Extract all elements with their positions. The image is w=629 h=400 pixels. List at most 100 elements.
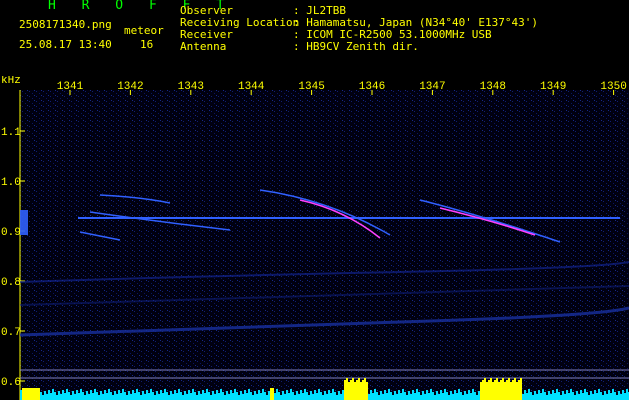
level-bar <box>470 393 472 400</box>
level-bar <box>202 390 204 400</box>
level-bar <box>378 395 380 400</box>
level-bar <box>404 392 406 400</box>
level-bar <box>370 390 372 400</box>
level-bar <box>446 392 448 400</box>
level-bar <box>282 391 284 400</box>
level-bar <box>92 393 94 400</box>
level-bar <box>74 394 76 400</box>
level-bar <box>142 391 144 400</box>
level-bar <box>102 394 104 400</box>
level-bar <box>148 393 150 400</box>
level-bar <box>494 380 496 400</box>
level-bar <box>518 380 520 400</box>
level-bar <box>76 390 78 400</box>
level-bar <box>22 388 24 400</box>
level-bar <box>468 390 470 400</box>
level-bar <box>580 390 582 400</box>
level-bar <box>226 391 228 400</box>
level-bar <box>130 394 132 400</box>
level-bar <box>438 394 440 400</box>
level-bar <box>530 392 532 400</box>
level-bar <box>184 391 186 400</box>
level-bar <box>520 378 522 400</box>
level-bar <box>418 392 420 400</box>
level-bar <box>280 395 282 400</box>
level-bar <box>384 390 386 400</box>
level-bar <box>350 380 352 400</box>
level-bar <box>464 391 466 400</box>
level-bar <box>624 393 626 400</box>
level-bar <box>34 388 36 400</box>
level-bar <box>406 395 408 400</box>
level-bar <box>450 391 452 400</box>
level-bar <box>374 389 376 400</box>
level-bar <box>100 391 102 400</box>
level-bar <box>306 392 308 400</box>
level-bar <box>48 390 50 400</box>
level-bar <box>220 389 222 400</box>
level-bar <box>136 389 138 400</box>
level-bar <box>602 395 604 400</box>
level-bar <box>156 391 158 400</box>
level-bar <box>122 389 124 400</box>
level-bar <box>118 390 120 400</box>
level-bar <box>290 389 292 400</box>
level-bar <box>186 394 188 400</box>
level-bar <box>260 393 262 400</box>
level-bar <box>54 392 56 400</box>
level-bar <box>212 391 214 400</box>
level-bar <box>172 394 174 400</box>
level-bar <box>126 395 128 400</box>
level-bar <box>232 393 234 400</box>
level-bar <box>206 389 208 400</box>
level-bar <box>246 393 248 400</box>
level-bar <box>204 393 206 400</box>
level-bar <box>586 392 588 400</box>
level-bar <box>508 378 510 400</box>
level-bar <box>238 395 240 400</box>
level-bar <box>346 378 348 400</box>
level-bar <box>182 395 184 400</box>
level-bar <box>158 394 160 400</box>
level-bar <box>510 382 512 400</box>
level-bar <box>390 392 392 400</box>
level-bar <box>334 392 336 400</box>
level-bar <box>342 390 344 400</box>
level-bar <box>36 388 38 400</box>
level-bar <box>152 392 154 400</box>
level-bar <box>546 395 548 400</box>
level-bar <box>104 390 106 400</box>
level-bar <box>432 392 434 400</box>
level-bar <box>330 393 332 400</box>
spectrogram-background <box>20 90 629 400</box>
antenna-label: Antenna <box>180 40 227 53</box>
level-bar <box>604 391 606 400</box>
level-bar <box>66 389 68 400</box>
level-bar <box>506 380 508 400</box>
level-bar <box>242 394 244 400</box>
level-bar <box>302 393 304 400</box>
level-bar <box>416 389 418 400</box>
level-bar <box>82 392 84 400</box>
level-bar <box>348 382 350 400</box>
level-bar <box>326 394 328 400</box>
level-bar <box>568 393 570 400</box>
level-bar <box>162 393 164 400</box>
level-bar <box>240 391 242 400</box>
level-bar <box>288 393 290 400</box>
level-bar <box>262 389 264 400</box>
level-bar <box>40 392 42 400</box>
level-bar <box>150 389 152 400</box>
level-bar <box>198 391 200 400</box>
level-bar <box>78 393 80 400</box>
level-bar <box>196 395 198 400</box>
level-bar <box>398 390 400 400</box>
level-bar <box>336 395 338 400</box>
level-bar <box>258 390 260 400</box>
level-bar <box>612 389 614 400</box>
level-bar <box>268 391 270 400</box>
level-bar <box>466 394 468 400</box>
level-bar <box>222 392 224 400</box>
level-bar <box>358 378 360 400</box>
level-bar <box>428 393 430 400</box>
